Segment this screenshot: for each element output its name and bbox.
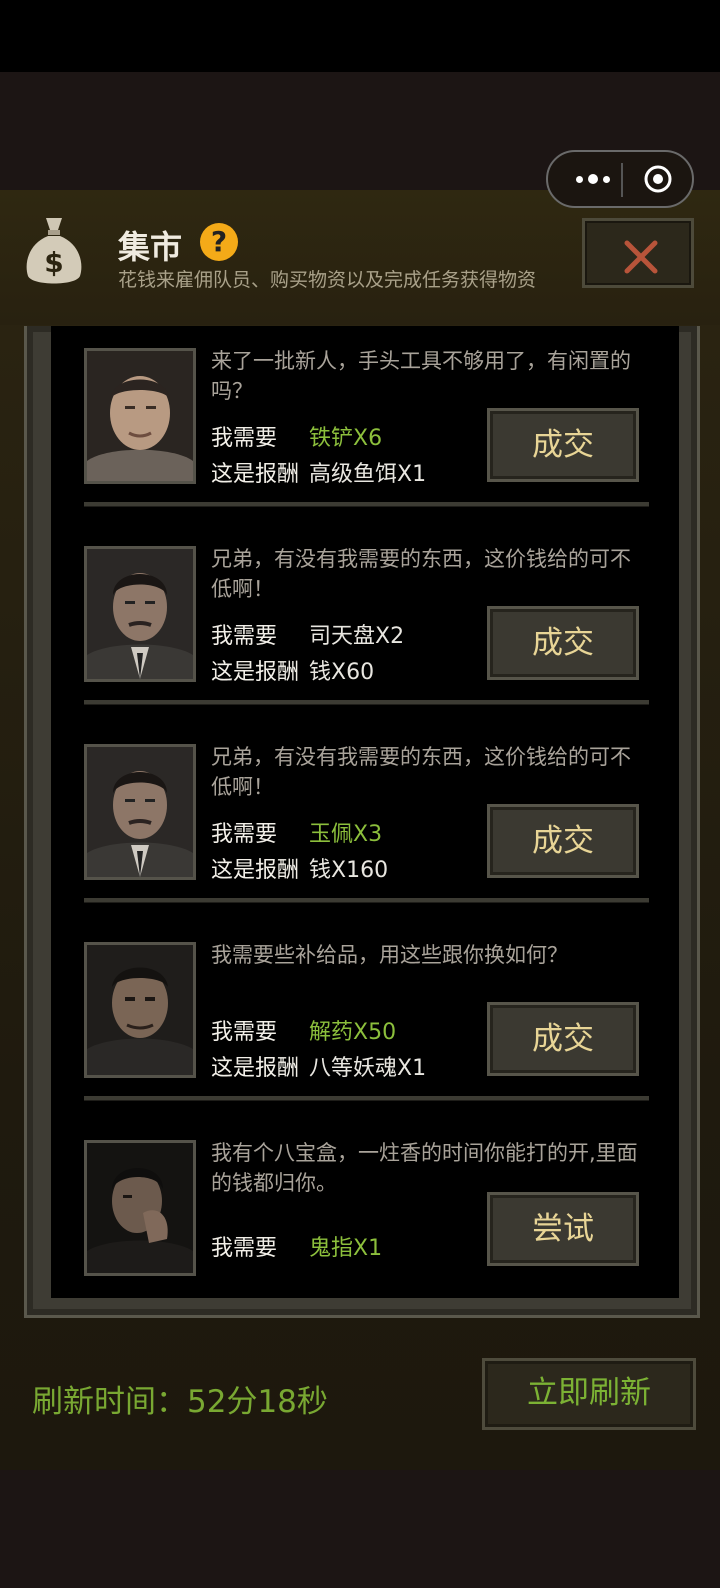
page-subtitle: 花钱来雇佣队员、购买物资以及完成任务获得物资 bbox=[118, 269, 537, 291]
try-button[interactable]: 尝试 bbox=[487, 1192, 639, 1266]
trader-portrait bbox=[84, 744, 196, 880]
need-label: 我需要 bbox=[211, 426, 278, 451]
offer-description: 兄弟，有没有我需要的东西，这价钱给的可不低啊！ bbox=[211, 547, 631, 601]
target-icon[interactable] bbox=[643, 164, 673, 194]
page-title: 集市 bbox=[118, 228, 183, 266]
close-icon bbox=[624, 240, 658, 274]
market-panel: $ 集市 ? 花钱来雇佣队员、购买物资以及完成任务获得物资 来了一批新人，手头工… bbox=[0, 190, 720, 1470]
offer-description: 来了一批新人，手头工具不够用了，有闲置的吗？ bbox=[211, 349, 631, 403]
need-label: 我需要 bbox=[211, 624, 278, 649]
refresh-now-button[interactable]: 立即刷新 bbox=[482, 1358, 696, 1430]
svg-text:$: $ bbox=[44, 246, 63, 279]
offer-description: 兄弟，有没有我需要的东西，这价钱给的可不低啊！ bbox=[211, 745, 631, 799]
reward-item: 高级鱼饵X1 bbox=[309, 462, 427, 487]
reward-item: 钱X60 bbox=[309, 660, 375, 685]
trader-portrait bbox=[84, 546, 196, 682]
need-item: 玉佩X3 bbox=[309, 822, 383, 847]
divider bbox=[84, 502, 649, 506]
more-icon[interactable] bbox=[566, 160, 620, 198]
status-bar bbox=[0, 0, 720, 72]
need-label: 我需要 bbox=[211, 822, 278, 847]
divider bbox=[84, 700, 649, 704]
deal-button[interactable]: 成交 bbox=[487, 804, 639, 878]
money-bag-icon: $ bbox=[22, 214, 86, 288]
offer-card: 我有个八宝盒，一炷香的时间你能打的开,里面的钱都归你。 我需要 鬼指X1 尝试 bbox=[51, 1118, 679, 1298]
need-item: 鬼指X1 bbox=[309, 1236, 383, 1261]
panel-header: $ 集市 ? 花钱来雇佣队员、购买物资以及完成任务获得物资 bbox=[0, 190, 720, 325]
capsule-divider bbox=[621, 163, 623, 197]
reward-label: 这是报酬 bbox=[211, 462, 300, 487]
reward-item: 钱X160 bbox=[309, 858, 389, 883]
need-item: 铁铲X6 bbox=[309, 426, 383, 451]
offer-description: 我有个八宝盒，一炷香的时间你能打的开,里面的钱都归你。 bbox=[211, 1141, 638, 1195]
offer-card: 兄弟，有没有我需要的东西，这价钱给的可不低啊！ 我需要 玉佩X3 这是报酬 钱X… bbox=[51, 722, 679, 918]
reward-label: 这是报酬 bbox=[211, 858, 300, 883]
need-item: 解药X50 bbox=[309, 1020, 397, 1045]
trader-portrait bbox=[84, 942, 196, 1078]
need-label: 我需要 bbox=[211, 1236, 278, 1261]
divider bbox=[84, 898, 649, 902]
close-button[interactable] bbox=[582, 218, 694, 288]
refresh-countdown: 刷新时间：52分18秒 bbox=[32, 1384, 328, 1420]
offer-description: 我需要些补给品，用这些跟你换如何？ bbox=[211, 943, 568, 967]
reward-label: 这是报酬 bbox=[211, 660, 300, 685]
offer-card: 来了一批新人，手头工具不够用了，有闲置的吗？ 我需要 铁铲X6 这是报酬 高级鱼… bbox=[51, 326, 679, 522]
deal-button[interactable]: 成交 bbox=[487, 1002, 639, 1076]
offer-card: 我需要些补给品，用这些跟你换如何？ 我需要 解药X50 这是报酬 八等妖魂X1 … bbox=[51, 920, 679, 1116]
offer-card: 兄弟，有没有我需要的东西，这价钱给的可不低啊！ 我需要 司天盘X2 这是报酬 钱… bbox=[51, 524, 679, 720]
deal-button[interactable]: 成交 bbox=[487, 408, 639, 482]
trader-portrait bbox=[84, 1140, 196, 1276]
miniprogram-capsule bbox=[546, 150, 694, 208]
help-icon[interactable]: ? bbox=[200, 223, 238, 261]
offer-list-frame: 来了一批新人，手头工具不够用了，有闲置的吗？ 我需要 铁铲X6 这是报酬 高级鱼… bbox=[24, 326, 700, 1318]
need-label: 我需要 bbox=[211, 1020, 278, 1045]
need-item: 司天盘X2 bbox=[309, 624, 405, 649]
reward-label: 这是报酬 bbox=[211, 1056, 300, 1081]
divider bbox=[84, 1096, 649, 1100]
offer-list[interactable]: 来了一批新人，手头工具不够用了，有闲置的吗？ 我需要 铁铲X6 这是报酬 高级鱼… bbox=[51, 326, 679, 1298]
trader-portrait bbox=[84, 348, 196, 484]
deal-button[interactable]: 成交 bbox=[487, 606, 639, 680]
reward-item: 八等妖魂X1 bbox=[309, 1056, 427, 1081]
